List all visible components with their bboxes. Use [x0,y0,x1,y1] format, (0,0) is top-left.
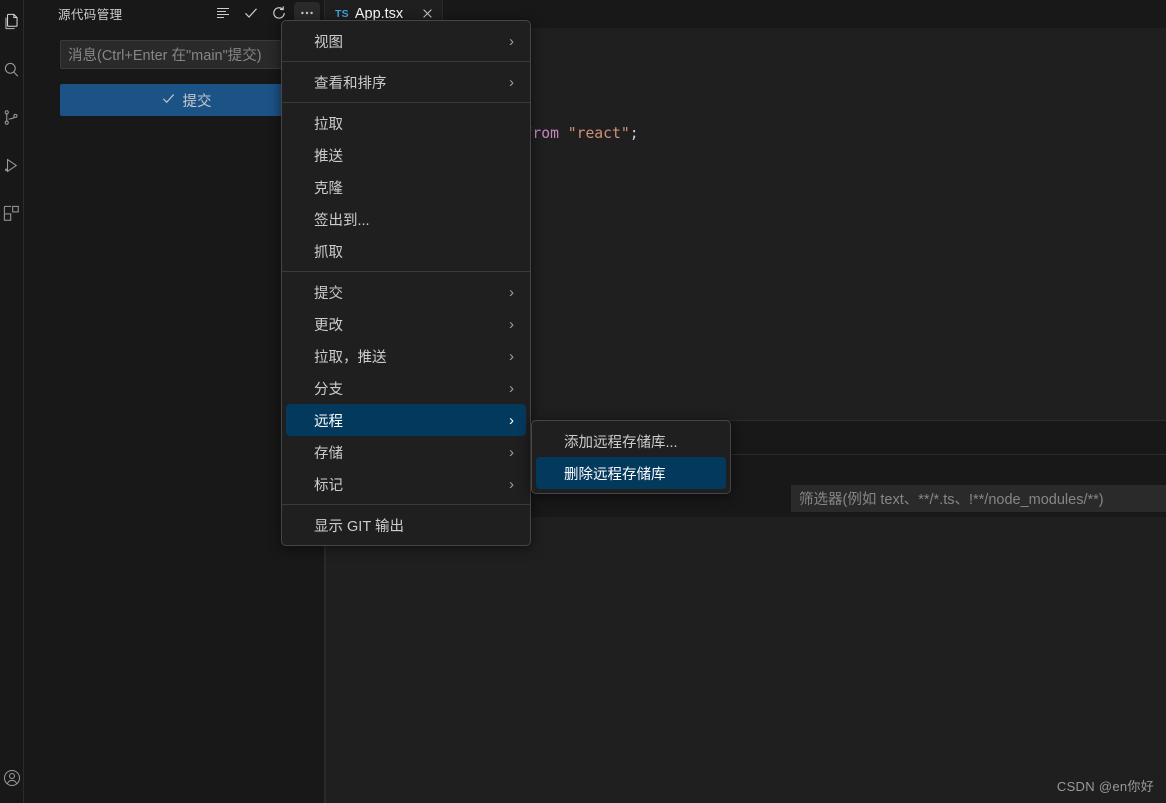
menu-item-label: 视图 [314,34,343,51]
submenu-item-add-remote[interactable]: 添加远程存储库... [536,425,726,457]
panel-body [325,517,1166,803]
filter-placeholder: 筛选器(例如 text、**/*.ts、!**/node_modules/**) [799,492,1104,508]
chevron-right-icon: › [509,315,514,333]
menu-separator [282,504,530,505]
menu-item-changes[interactable]: 更改 › [286,308,526,340]
menu-item-remote[interactable]: 远程 › [286,404,526,436]
ellipsis-icon [299,5,315,21]
chevron-right-icon: › [509,411,514,429]
files-icon [2,12,21,36]
view-as-list-button[interactable] [210,2,236,24]
search-icon [2,60,21,84]
activity-item-account[interactable] [0,757,24,803]
sidebar-source-control: 源代码管理 消息(Ctrl+Enter 在"main"提交) 提交 [24,0,325,803]
activity-item-extensions[interactable] [0,192,24,240]
menu-item-label: 拉取 [314,116,343,133]
menu-item-pull-push[interactable]: 拉取，推送 › [286,340,526,372]
filter-input[interactable]: 筛选器(例如 text、**/*.ts、!**/node_modules/**) [791,485,1166,512]
menu-item-label: 查看和排序 [314,75,387,92]
sidebar-header: 源代码管理 [24,0,324,26]
chevron-right-icon: › [509,475,514,493]
menu-item-checkout-to[interactable]: 签出到... [286,203,526,235]
typescript-file-icon: TS [335,8,349,20]
chevron-right-icon: › [509,32,514,50]
activity-item-run-and-debug[interactable] [0,144,24,192]
menu-item-label: 远程 [314,413,343,430]
check-icon [243,5,259,21]
submenu-item-remove-remote[interactable]: 删除远程存储库 [536,457,726,489]
menu-item-label: 标记 [314,477,343,494]
activity-bar [0,0,24,803]
menu-item-branch[interactable]: 分支 › [286,372,526,404]
menu-item-label: 抓取 [314,244,343,261]
refresh-icon [271,5,287,21]
vscode-window: 源代码管理 消息(Ctrl+Enter 在"main"提交) 提交 TS App… [0,0,1166,803]
chevron-right-icon: › [509,347,514,365]
run-debug-icon [2,156,21,180]
menu-item-view-and-sort[interactable]: 查看和排序 › [286,66,526,98]
menu-separator [282,102,530,103]
chevron-right-icon: › [509,443,514,461]
commit-message-input[interactable]: 消息(Ctrl+Enter 在"main"提交) [60,40,312,69]
submenu-item-label: 删除远程存储库 [564,466,666,483]
menu-item-fetch[interactable]: 抓取 [286,235,526,267]
menu-item-commit[interactable]: 提交 › [286,276,526,308]
chevron-right-icon: › [509,283,514,301]
remote-submenu[interactable]: 添加远程存储库... 删除远程存储库 [531,420,731,494]
extensions-icon [2,204,21,228]
check-icon [161,91,176,110]
tab-bar-empty-space [443,0,1166,28]
chevron-right-icon: › [509,73,514,91]
commit-message-placeholder: 消息(Ctrl+Enter 在"main"提交) [68,48,262,64]
activity-item-search[interactable] [0,48,24,96]
menu-separator [282,61,530,62]
panel-left-rail [325,517,326,803]
menu-item-label: 推送 [314,148,343,165]
menu-item-show-git-output[interactable]: 显示 GIT 输出 [286,509,526,541]
menu-item-label: 提交 [314,285,343,302]
menu-item-view[interactable]: 视图 › [286,25,526,57]
commit-button[interactable]: 提交 [60,84,312,116]
account-icon [2,768,22,793]
menu-item-label: 显示 GIT 输出 [314,518,404,535]
menu-item-clone[interactable]: 克隆 [286,171,526,203]
menu-item-tags[interactable]: 标记 › [286,468,526,500]
chevron-right-icon: › [509,379,514,397]
source-control-icon [2,108,21,132]
list-icon [215,5,231,21]
menu-item-label: 拉取，推送 [314,349,387,366]
sidebar-title: 源代码管理 [58,7,123,22]
menu-item-label: 分支 [314,381,343,398]
watermark: CSDN @en你好 [1056,779,1154,794]
menu-item-stash[interactable]: 存储 › [286,436,526,468]
menu-item-push[interactable]: 推送 [286,139,526,171]
git-context-menu[interactable]: 视图 › 查看和排序 › 拉取 推送 克隆 签出到... 抓取 提交 › 更改 [281,20,531,546]
menu-separator [282,271,530,272]
activity-item-explorer[interactable] [0,0,24,48]
commit-check-button[interactable] [238,2,264,24]
activity-item-source-control[interactable] [0,96,24,144]
commit-button-label: 提交 [182,93,212,110]
menu-item-label: 更改 [314,317,343,334]
menu-item-label: 克隆 [314,180,343,197]
submenu-item-label: 添加远程存储库... [564,434,678,451]
menu-item-pull[interactable]: 拉取 [286,107,526,139]
menu-item-label: 签出到... [314,212,370,229]
menu-item-label: 存储 [314,445,343,462]
